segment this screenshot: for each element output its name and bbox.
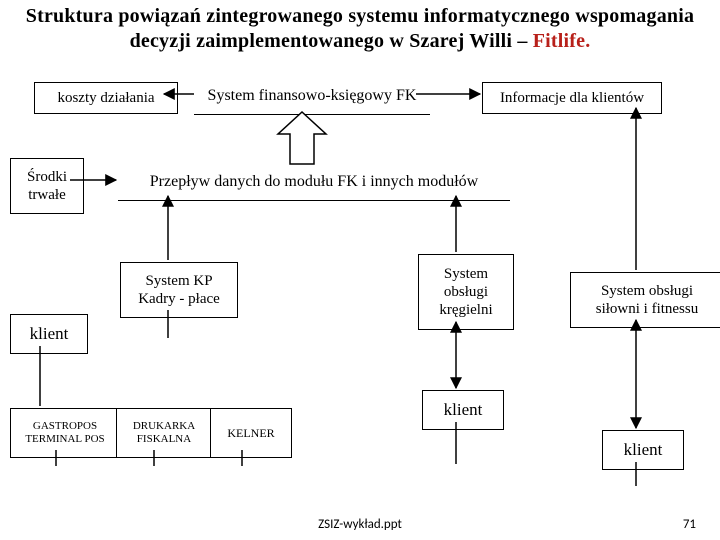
node-drukarka: DRUKARKA FISKALNA (116, 408, 212, 458)
title-plain: Struktura powiązań zintegrowanego system… (26, 5, 694, 52)
node-silownia: System obsługi siłowni i fitnessu (570, 272, 720, 328)
node-przeplyw: Przepływ danych do modułu FK i innych mo… (118, 164, 510, 201)
footer-page-number: 71 (683, 517, 696, 532)
node-klient-left: klient (10, 314, 88, 354)
node-klient-right: klient (602, 430, 684, 470)
slide: Struktura powiązań zintegrowanego system… (0, 0, 720, 540)
title-emphasis: Fitlife. (533, 30, 591, 52)
slide-title: Struktura powiązań zintegrowanego system… (0, 4, 720, 54)
node-kp: System KP Kadry - płace (120, 262, 238, 318)
node-fk: System finansowo-księgowy FK (194, 78, 430, 115)
footer-filename: ZSIZ-wykład.ppt (0, 517, 720, 532)
node-koszty: koszty działania (34, 82, 178, 114)
node-kelner: KELNER (210, 408, 292, 458)
node-kregielnia: System obsługi kręgielni (418, 254, 514, 330)
node-srodki: Środki trwałe (10, 158, 84, 214)
node-klient-mid: klient (422, 390, 504, 430)
node-pos: GASTROPOS TERMINAL POS (10, 408, 120, 458)
node-info: Informacje dla klientów (482, 82, 662, 114)
